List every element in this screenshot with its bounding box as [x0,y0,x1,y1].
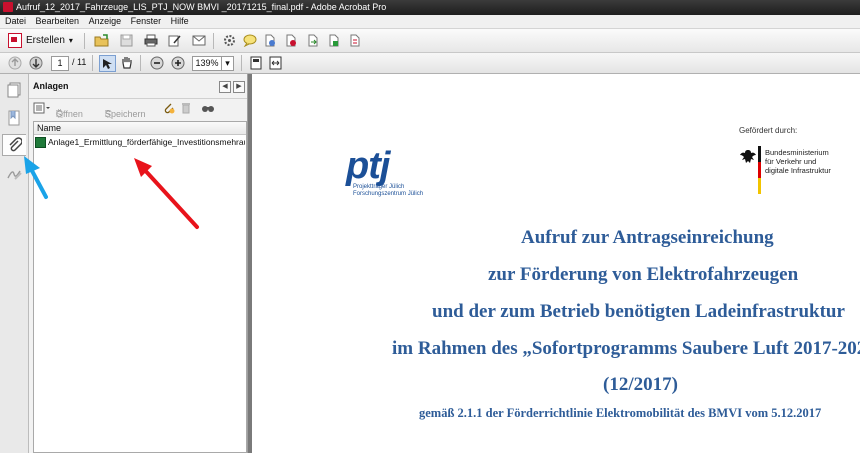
fit-width-icon[interactable] [268,55,283,70]
column-header-label: Name [37,123,62,133]
search-attachment-icon[interactable] [201,102,215,116]
federal-eagle-icon [740,150,756,163]
previous-page-icon[interactable] [7,55,22,70]
select-tool-icon[interactable] [99,55,116,72]
comment-icon[interactable] [242,33,257,48]
ptj-logo-subtitle-2: Forschungszentrum Jülich [353,191,424,197]
german-flag [758,146,761,194]
attachment-list: Name Anlage1_Ermittlung_förderfähige_Inv… [33,121,247,453]
attachments-panel: Anlagen ◀ ▶ ⎘ Öffnen ⎘ Speichern Name An… [29,74,248,453]
stamp-icon[interactable] [262,33,277,48]
zoom-dropdown-icon[interactable]: ▾ [221,56,234,71]
save-icon[interactable] [119,33,134,48]
ministry-line-2: für Verkehr und [765,157,817,166]
zoom-in-icon[interactable] [170,55,185,70]
document-view[interactable]: ptj Projektträger Jülich Forschungszentr… [248,74,860,453]
menu-bearbeiten[interactable]: Bearbeiten [36,15,80,28]
toolbar-divider [92,55,93,71]
window-title-bar: Aufruf_12_2017_Fahrzeuge_LIS_PTJ_NOW BMV… [0,0,860,15]
window-title: Aufruf_12_2017_Fahrzeuge_LIS_PTJ_NOW BMV… [16,2,387,12]
bmvi-logo: Bundesministerium für Verkehr und digita… [739,146,860,194]
toolbar-divider [84,33,85,49]
menu-datei[interactable]: Datei [5,15,26,28]
signatures-icon[interactable] [5,164,23,184]
menu-bar: Datei Bearbeiten Anzeige Fenster Hilfe [0,15,860,29]
collapse-left-icon[interactable]: ◀ [219,81,231,93]
ptj-logo: ptj Projektträger Jülich Forschungszentr… [346,146,428,206]
edit-icon[interactable] [167,33,182,48]
attachments-icon[interactable] [2,134,26,156]
create-pdf-icon [8,33,22,48]
form-icon[interactable] [347,33,362,48]
menu-hilfe[interactable]: Hilfe [171,15,189,28]
acrobat-icon [3,2,13,12]
delete-attachment-icon[interactable] [181,102,191,116]
funded-by-label: Gefördert durch: [739,126,798,135]
save-attachment-label: Speichern [105,109,146,119]
gear-icon[interactable] [222,33,237,48]
document-heading-3: und der zum Betrieb benötigten Ladeinfra… [432,301,845,322]
document-heading-5: (12/2017) [603,374,678,395]
menu-anzeige[interactable]: Anzeige [89,15,122,28]
ptj-logo-subtitle-1: Projektträger Jülich [353,184,405,190]
create-button[interactable]: Erstellen ▾ [8,32,73,49]
menu-fenster[interactable]: Fenster [131,15,162,28]
toolbar-divider [213,33,214,49]
attachment-filename: Anlage1_Ermittlung_förderfähige_Investit… [48,137,245,147]
print-icon[interactable] [143,33,158,48]
hand-tool-icon[interactable] [119,55,134,70]
main-toolbar: Erstellen ▾ [0,29,860,53]
share-icon[interactable] [326,33,341,48]
chevron-down-icon: ▾ [68,36,73,45]
fit-page-icon[interactable] [248,55,263,70]
panel-title: Anlagen [33,81,69,91]
document-heading-4: im Rahmen des „Sofortprogramms Saubere L… [392,338,860,359]
ministry-line-3: digitale Infrastruktur [765,166,831,175]
excel-file-icon [35,137,46,148]
navigation-toolbar: 1 / 11 139% ▾ [0,53,860,74]
next-page-icon[interactable] [28,55,43,70]
toolbar-divider [241,55,242,71]
document-heading-2: zur Förderung von Elektrofahrzeugen [488,264,799,285]
panel-toolbar: ⎘ Öffnen ⎘ Speichern [29,99,247,119]
export-icon[interactable] [305,33,320,48]
navigation-pane-strip [0,74,29,453]
zoom-level-input[interactable]: 139% [192,56,222,71]
document-subheading: gemäß 2.1.1 der Förderrichtlinie Elektro… [419,406,822,420]
column-header-name[interactable]: Name [34,122,246,135]
options-menu-icon[interactable] [33,102,51,116]
ministry-line-1: Bundesministerium [765,148,829,157]
pdf-page: ptj Projektträger Jülich Forschungszentr… [252,74,860,453]
toolbar-divider [140,55,141,71]
document-heading-1: Aufruf zur Antragseinreichung [521,227,774,248]
email-icon[interactable] [191,33,206,48]
create-label: Erstellen [26,35,65,46]
panel-header: Anlagen ◀ ▶ [29,74,247,99]
sign-icon[interactable] [283,33,298,48]
ministry-name: Bundesministerium für Verkehr und digita… [765,148,831,175]
page-total: / 11 [72,57,87,67]
ptj-logo-text: ptj [346,145,390,187]
page-number-input[interactable]: 1 [51,56,69,71]
zoom-out-icon[interactable] [149,55,164,70]
bookmarks-icon[interactable] [5,108,23,128]
attachment-row[interactable]: Anlage1_Ermittlung_förderfähige_Investit… [35,136,245,148]
page-thumbnails-icon[interactable] [5,80,23,100]
expand-right-icon[interactable]: ▶ [233,81,245,93]
add-attachment-icon[interactable] [163,102,175,116]
open-attachment-label: Öffnen [56,109,83,119]
open-folder-icon[interactable] [94,33,109,48]
